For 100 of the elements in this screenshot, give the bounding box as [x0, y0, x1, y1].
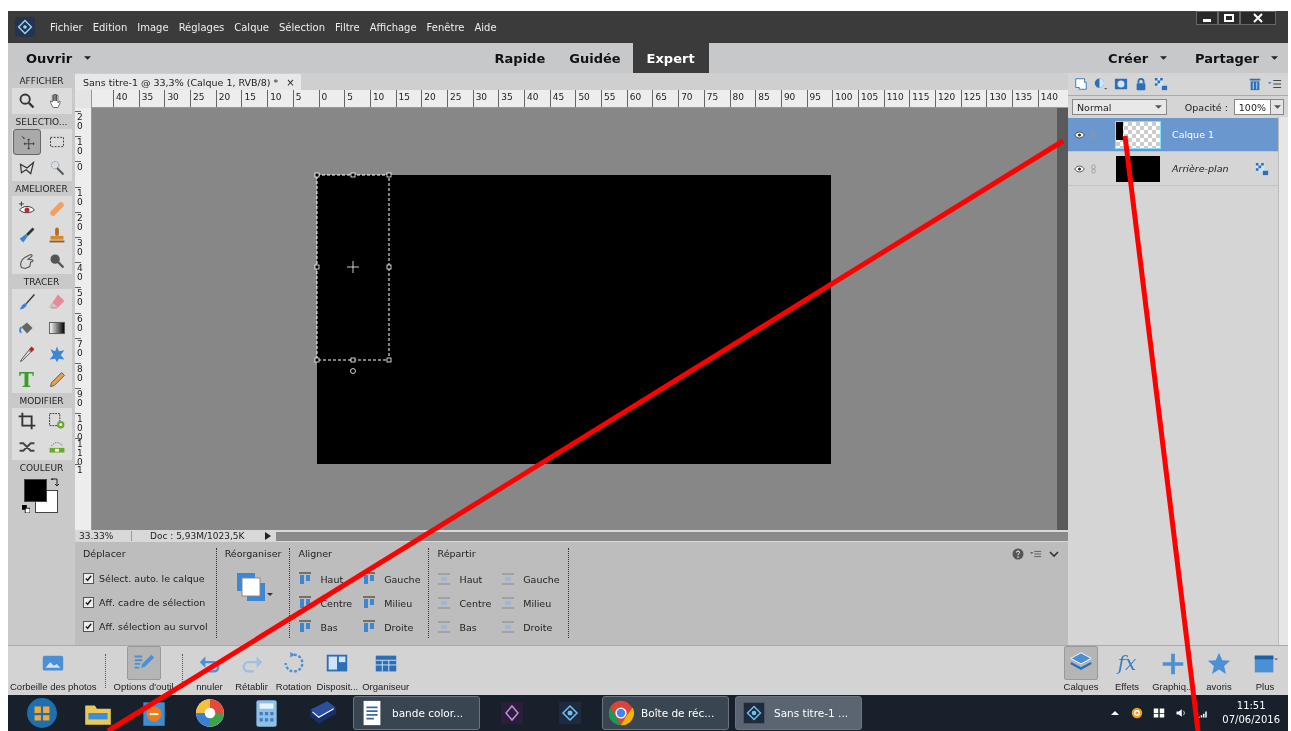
- menu-item[interactable]: Fichier: [50, 21, 83, 33]
- menu-item[interactable]: Fenêtre: [426, 21, 465, 33]
- caret-icon[interactable]: [1160, 56, 1168, 60]
- close-button[interactable]: [1240, 11, 1276, 25]
- panel-menu-icon[interactable]: [1030, 548, 1042, 560]
- new-layer-icon[interactable]: [1074, 77, 1088, 91]
- tool-group-label: SELECTIO...: [15, 117, 68, 127]
- opacity-field[interactable]: 100%: [1233, 99, 1284, 115]
- open-button[interactable]: Ouvrir: [8, 50, 77, 66]
- checkbox[interactable]: [83, 620, 94, 632]
- ruler-label: 10: [369, 90, 396, 107]
- play-arrow-icon[interactable]: [264, 532, 273, 540]
- clock-date[interactable]: 07/06/2016: [1222, 713, 1280, 727]
- caret-icon[interactable]: [1271, 56, 1278, 60]
- speaker-icon[interactable]: [1175, 707, 1188, 719]
- caret-icon[interactable]: [1273, 105, 1281, 109]
- ruler-label: 100: [832, 90, 858, 107]
- menu-item[interactable]: Image: [137, 21, 169, 33]
- layers-scrollbar[interactable]: [1278, 117, 1288, 645]
- panel-button[interactable]: Corbeille des photos: [9, 644, 98, 692]
- panel-button[interactable]: Rotation: [273, 644, 314, 692]
- distribute-option[interactable]: Centre: [437, 591, 492, 615]
- sync-circle-icon[interactable]: [1131, 707, 1144, 719]
- horizontal-scrollbar[interactable]: [276, 531, 1068, 541]
- panel-button[interactable]: Organiseur: [361, 644, 411, 692]
- default-colors-icon[interactable]: [21, 505, 30, 513]
- document-tab[interactable]: Sans titre-1 @ 33,3% (Calque 1, RVB/8) * ×: [75, 74, 301, 90]
- eye-icon[interactable]: [1074, 130, 1085, 139]
- trash-icon[interactable]: [1248, 77, 1262, 91]
- clock-time[interactable]: 11:51: [1236, 699, 1266, 713]
- create-button[interactable]: Créer: [1090, 50, 1153, 66]
- checkbox-option[interactable]: Aff. sélection au survol: [83, 614, 208, 638]
- mode-tab[interactable]: Expert: [632, 43, 709, 73]
- menu-item[interactable]: Edition: [92, 21, 128, 33]
- eye-icon[interactable]: [1074, 164, 1085, 173]
- menu-item[interactable]: Filtre: [335, 21, 360, 33]
- mode-tab[interactable]: Guidée: [557, 43, 633, 73]
- blend-mode-dropdown[interactable]: Normal: [1072, 99, 1167, 115]
- distribute-option[interactable]: Milieu: [501, 591, 560, 615]
- menu-item[interactable]: Affichage: [369, 21, 417, 33]
- panel-button[interactable]: fx Effets: [1105, 644, 1149, 692]
- selection-frame[interactable]: [313, 171, 393, 375]
- close-tab-button[interactable]: ×: [286, 76, 295, 88]
- checkbox-option[interactable]: Aff. cadre de sélection: [83, 590, 208, 615]
- distribute-icon: [501, 572, 516, 586]
- panel-button[interactable]: avoris: [1197, 644, 1241, 692]
- align-option[interactable]: Gauche: [362, 567, 421, 591]
- ruler-label: 40: [113, 90, 139, 107]
- panel-menu-icon[interactable]: [1268, 77, 1282, 91]
- caret-icon[interactable]: [84, 56, 92, 60]
- start-orb-icon[interactable]: [26, 697, 58, 729]
- maximize-button[interactable]: [1218, 11, 1240, 25]
- ruler-label: 25: [190, 90, 216, 107]
- panel-button[interactable]: nnuler: [189, 644, 230, 692]
- taskbar-button[interactable]: Sans titre-1 ...: [735, 696, 862, 730]
- panel-button[interactable]: Rétablir: [231, 644, 272, 692]
- menu-item[interactable]: Sélection: [279, 21, 326, 33]
- align-icon: [298, 620, 313, 634]
- adjustment-circle-icon[interactable]: [1094, 77, 1108, 91]
- swap-arrows-icon[interactable]: [49, 477, 60, 487]
- distribute-option[interactable]: Droite: [501, 615, 560, 639]
- checkbox[interactable]: [83, 597, 94, 608]
- vertical-scrollbar[interactable]: [1057, 108, 1068, 530]
- lock-checker-icon[interactable]: [1154, 77, 1168, 91]
- lock-icon[interactable]: [1134, 77, 1148, 91]
- align-icon: [298, 572, 313, 586]
- help-icon[interactable]: [1012, 548, 1024, 560]
- tool-group-label: COULEUR: [19, 463, 64, 473]
- panel-button[interactable]: Options d'outil: [112, 642, 175, 692]
- distribute-option[interactable]: Bas: [437, 615, 492, 639]
- taskbar-button[interactable]: bande color...: [353, 696, 480, 730]
- distribute-option[interactable]: Haut: [437, 567, 492, 591]
- move-icon[interactable]: [12, 129, 41, 155]
- chevron-down-icon[interactable]: [1048, 548, 1060, 560]
- mask-icon[interactable]: [1114, 77, 1128, 91]
- align-option[interactable]: Milieu: [362, 591, 421, 615]
- checkbox[interactable]: [83, 573, 94, 585]
- panel-button[interactable]: Calques: [1059, 642, 1103, 692]
- layer-row[interactable]: Arrière-plan: [1068, 152, 1279, 186]
- align-option[interactable]: Droite: [362, 615, 421, 639]
- share-button[interactable]: Partager: [1177, 50, 1263, 66]
- distribute-option[interactable]: Gauche: [501, 567, 560, 591]
- checkbox-option[interactable]: Sélect. auto. le calque: [83, 567, 208, 591]
- menu-item[interactable]: Aide: [474, 21, 497, 33]
- panel-button[interactable]: Disposit...: [315, 644, 360, 692]
- tool-group-label: MODIFIER: [19, 396, 64, 406]
- color-swatches-icon[interactable]: [23, 479, 58, 513]
- align-option[interactable]: Bas: [298, 615, 353, 639]
- windows-flag-icon[interactable]: [1153, 707, 1166, 719]
- color-wheel-icon[interactable]: [194, 697, 226, 729]
- menu-item[interactable]: Calque: [234, 21, 269, 33]
- menu-item[interactable]: Réglages: [178, 21, 225, 33]
- panel-button[interactable]: Plus: [1243, 644, 1287, 692]
- ruler-label: 105: [857, 90, 884, 107]
- align-option[interactable]: Centre: [298, 591, 353, 615]
- ruler-label: 30: [472, 90, 499, 107]
- mode-tab[interactable]: Rapide: [482, 43, 558, 73]
- minimize-button[interactable]: [1196, 11, 1218, 25]
- align-option[interactable]: Haut: [298, 567, 353, 591]
- taskbar-button[interactable]: Boîte de réc...: [602, 696, 729, 730]
